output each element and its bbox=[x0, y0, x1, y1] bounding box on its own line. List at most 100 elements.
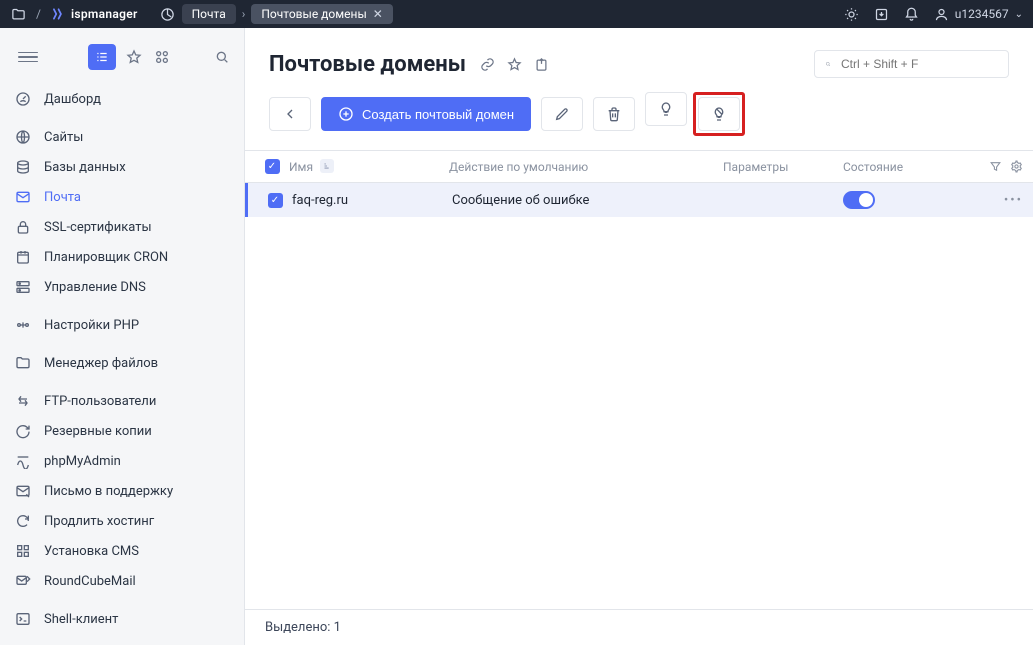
topbar-left: / ispmanager Почта › Почтовые домены ✕ bbox=[10, 4, 393, 24]
export-icon[interactable] bbox=[534, 57, 549, 72]
lock-icon bbox=[14, 218, 32, 236]
sidebar-item-label: Управление DNS bbox=[44, 280, 146, 295]
enable-button[interactable] bbox=[645, 92, 687, 126]
top-bar: / ispmanager Почта › Почтовые домены ✕ bbox=[0, 0, 1033, 28]
grid-icon bbox=[14, 542, 32, 560]
filter-icon[interactable] bbox=[989, 160, 1002, 173]
state-toggle[interactable] bbox=[843, 191, 875, 209]
chevron-right-icon: › bbox=[242, 7, 246, 21]
search-input-wrapper[interactable] bbox=[814, 50, 1009, 78]
grid-footer: Выделено: 1 bbox=[245, 609, 1033, 645]
link-icon[interactable] bbox=[480, 57, 495, 72]
sidebar-item-support[interactable]: Письмо в поддержку bbox=[0, 476, 244, 506]
back-button[interactable] bbox=[269, 97, 311, 131]
crumb-mail[interactable]: Почта bbox=[182, 4, 236, 24]
col-name-label: Имя bbox=[289, 160, 313, 174]
modules-icon[interactable] bbox=[154, 49, 170, 65]
sidebar-item-label: Дашборд bbox=[44, 92, 101, 107]
settings-icon[interactable] bbox=[1010, 160, 1023, 173]
pma-icon bbox=[14, 452, 32, 470]
row-checkbox[interactable]: ✓ bbox=[268, 193, 283, 208]
theme-icon[interactable] bbox=[844, 6, 860, 22]
main: Почтовые домены Создать почтовый домен bbox=[245, 28, 1033, 645]
sidebar-item-lock[interactable]: SSL-сертификаты bbox=[0, 212, 244, 242]
col-state-header[interactable]: Состояние bbox=[843, 160, 963, 174]
sidebar-item-dns[interactable]: Управление DNS bbox=[0, 272, 244, 302]
toolbar: Создать почтовый домен bbox=[245, 88, 1033, 150]
sidebar-item-refresh[interactable]: Продлить хостинг bbox=[0, 506, 244, 536]
sidebar-item-label: phpMyAdmin bbox=[44, 454, 121, 469]
sidebar-item-mailout[interactable]: RoundCubeMail bbox=[0, 566, 244, 596]
sidebar-item-folder[interactable]: Менеджер файлов bbox=[0, 348, 244, 378]
chart-icon[interactable] bbox=[160, 6, 176, 22]
globe-icon bbox=[14, 128, 32, 146]
disable-button[interactable] bbox=[698, 97, 740, 131]
sidebar-item-mail[interactable]: Почта bbox=[0, 182, 244, 212]
sidebar-item-backup[interactable]: Резервные копии bbox=[0, 416, 244, 446]
sidebar-item-label: RoundCubeMail bbox=[44, 574, 136, 589]
view-list-button[interactable] bbox=[88, 44, 116, 70]
search-icon[interactable] bbox=[214, 49, 230, 65]
col-action-header[interactable]: Действие по умолчанию bbox=[449, 160, 723, 174]
sidebar-item-label: Базы данных bbox=[44, 160, 126, 175]
sidebar-item-grid[interactable]: Установка CMS bbox=[0, 536, 244, 566]
star-icon[interactable] bbox=[126, 49, 142, 65]
ftp-icon bbox=[14, 392, 32, 410]
import-icon[interactable] bbox=[874, 6, 890, 22]
calendar-icon bbox=[14, 248, 32, 266]
crumb-mail-domains[interactable]: Почтовые домены ✕ bbox=[251, 4, 392, 24]
backup-icon bbox=[14, 422, 32, 440]
sidebar-item-label: Резервные копии bbox=[44, 424, 152, 439]
select-all-checkbox[interactable]: ✓ bbox=[265, 159, 280, 174]
breadcrumb: Почта › Почтовые домены ✕ bbox=[160, 4, 393, 24]
sidebar-item-label: Почта bbox=[44, 190, 81, 205]
sidebar-item-php[interactable]: Настройки PHP bbox=[0, 310, 244, 340]
search-input[interactable] bbox=[839, 56, 998, 72]
close-icon[interactable]: ✕ bbox=[373, 7, 383, 21]
sidebar-item-gauge[interactable]: Дашборд bbox=[0, 84, 244, 114]
sidebar-item-label: Shell-клиент bbox=[44, 612, 118, 627]
sidebar-item-label: FTP-пользователи bbox=[44, 394, 156, 409]
sidebar-item-terminal[interactable]: Shell-клиент bbox=[0, 604, 244, 634]
user-menu[interactable]: u1234567 ⌄ bbox=[934, 7, 1023, 22]
col-name-header[interactable]: Имя bbox=[289, 159, 449, 174]
page-header: Почтовые домены bbox=[245, 28, 1033, 88]
sidebar-item-label: Сайты bbox=[44, 130, 83, 145]
plus-circle-icon bbox=[338, 106, 354, 122]
data-grid: ✓ Имя Действие по умолчанию Параметры Со… bbox=[245, 150, 1033, 645]
table-row[interactable]: ✓ faq-reg.ruСообщение об ошибке ••• bbox=[245, 183, 1033, 217]
sidebar: Дашборд Сайты Базы данных Почта SSL-сертифик… bbox=[0, 28, 245, 645]
create-domain-label: Создать почтовый домен bbox=[362, 107, 514, 122]
cell-name: faq-reg.ru bbox=[292, 193, 452, 208]
footer-selected-label: Выделено: bbox=[265, 620, 330, 635]
delete-button[interactable] bbox=[593, 97, 635, 131]
search-icon bbox=[825, 57, 831, 71]
row-menu-icon[interactable]: ••• bbox=[1004, 193, 1023, 208]
grid-header-tools bbox=[963, 160, 1023, 173]
menu-toggle-icon[interactable] bbox=[18, 47, 38, 67]
sidebar-item-label: Письмо в поддержку bbox=[44, 484, 173, 499]
cell-action: Сообщение об ошибке bbox=[452, 193, 723, 208]
sidebar-item-globe[interactable]: Сайты bbox=[0, 122, 244, 152]
sidebar-topbar bbox=[0, 38, 244, 80]
footer-selected-count: 1 bbox=[334, 620, 341, 635]
sidebar-item-ftp[interactable]: FTP-пользователи bbox=[0, 386, 244, 416]
folder-icon bbox=[14, 354, 32, 372]
topbar-right: u1234567 ⌄ bbox=[844, 6, 1023, 22]
sidebar-item-calendar[interactable]: Планировщик CRON bbox=[0, 242, 244, 272]
sidebar-item-label: Настройки PHP bbox=[44, 318, 139, 333]
mail-icon bbox=[14, 188, 32, 206]
bell-icon[interactable] bbox=[904, 6, 920, 22]
brand-icon bbox=[51, 7, 65, 21]
gauge-icon bbox=[14, 90, 32, 108]
star-icon[interactable] bbox=[507, 57, 522, 72]
folder-icon bbox=[10, 6, 26, 22]
edit-button[interactable] bbox=[541, 97, 583, 131]
brand[interactable]: ispmanager bbox=[51, 7, 138, 21]
sidebar-item-database[interactable]: Базы данных bbox=[0, 152, 244, 182]
sidebar-item-pma[interactable]: phpMyAdmin bbox=[0, 446, 244, 476]
page-title-actions bbox=[480, 57, 549, 72]
grid-header: ✓ Имя Действие по умолчанию Параметры Со… bbox=[245, 151, 1033, 183]
col-params-header[interactable]: Параметры bbox=[723, 160, 843, 174]
create-domain-button[interactable]: Создать почтовый домен bbox=[321, 97, 531, 131]
